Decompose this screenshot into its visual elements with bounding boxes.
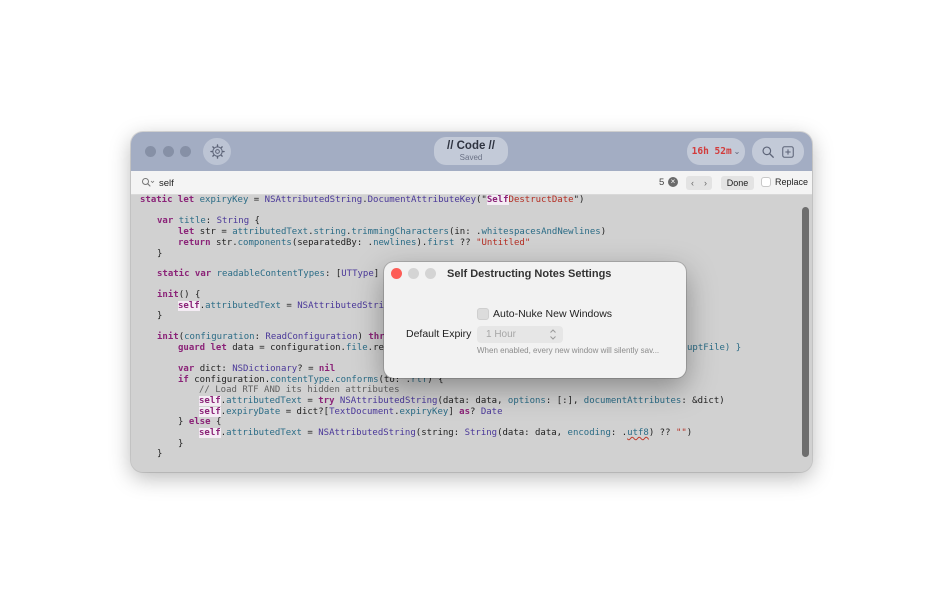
auto-nuke-label: Auto-Nuke New Windows	[493, 308, 613, 320]
dialog-minimize-button	[408, 268, 419, 279]
auto-nuke-checkbox[interactable]	[477, 308, 489, 320]
previous-match-button[interactable]: ‹	[691, 178, 694, 188]
search-match: Self	[486, 195, 509, 205]
code-line: guard let data = configuration.file.re	[178, 343, 384, 353]
toolbar-actions	[752, 138, 804, 165]
code-line: init() {	[157, 290, 201, 300]
expiry-value: 1 Hour	[486, 329, 517, 340]
search-match: self	[199, 407, 221, 417]
code-line: self.attributedText = NSAttributedStri	[178, 301, 384, 311]
code-line: static let expiryKey = NSAttributedStrin…	[140, 195, 585, 205]
match-navigation: ‹ ›	[686, 176, 712, 190]
search-match: self	[199, 428, 221, 438]
gear-icon	[209, 144, 225, 159]
code-line: self.attributedText = try NSAttributedSt…	[199, 396, 725, 406]
plus-square-icon[interactable]	[781, 145, 795, 159]
next-match-button[interactable]: ›	[704, 178, 707, 188]
code-line: return str.components(separatedBy: .newl…	[178, 238, 531, 248]
clear-search-icon[interactable]: ×	[668, 177, 678, 187]
code-line: }	[157, 449, 163, 459]
updown-chevron-icon	[550, 329, 556, 340]
settings-dialog: Self Destructing Notes Settings Auto-Nuk…	[384, 262, 686, 378]
search-icon[interactable]	[761, 145, 775, 159]
dialog-close-button[interactable]	[391, 268, 402, 279]
settings-button[interactable]	[203, 138, 231, 165]
document-title: // Code //	[447, 140, 495, 152]
titlebar: // Code // Saved 16h 52m ⌄	[131, 132, 812, 171]
dialog-title: Self Destructing Notes Settings	[447, 268, 612, 280]
auto-nuke-hint: When enabled, every new window will sile…	[477, 346, 660, 355]
code-line: self.attributedText = NSAttributedString…	[199, 428, 693, 438]
find-input[interactable]	[159, 175, 629, 191]
find-bar: 5 × ‹ › Done Replace	[131, 171, 812, 195]
search-match: self	[199, 396, 221, 406]
close-window-button[interactable]	[145, 146, 156, 157]
default-expiry-select[interactable]: 1 Hour	[477, 326, 563, 343]
document-title-pill[interactable]: // Code // Saved	[434, 137, 508, 165]
timer-value: 16h 52m	[691, 146, 732, 157]
code-line: }	[157, 249, 163, 259]
dialog-zoom-button	[425, 268, 436, 279]
minimize-window-button[interactable]	[163, 146, 174, 157]
code-line: static var readableContentTypes: [UTType…	[157, 269, 380, 279]
code-line: } else {	[178, 417, 222, 427]
code-line: uptFile) }	[687, 343, 742, 353]
expiry-timer-button[interactable]: 16h 52m ⌄	[687, 138, 745, 165]
chevron-down-icon: ⌄	[733, 147, 741, 156]
code-line: self.expiryDate = dict?[TextDocument.exp…	[199, 407, 503, 417]
scrollbar-thumb[interactable]	[802, 207, 809, 457]
code-line: let str = attributedText.string.trimming…	[178, 227, 607, 237]
match-count: 5	[659, 177, 665, 188]
code-line: var dict: NSDictionary? = nil	[178, 364, 336, 374]
replace-label: Replace	[775, 177, 809, 187]
magnifier-icon[interactable]	[141, 177, 155, 188]
replace-checkbox[interactable]	[761, 177, 771, 187]
code-line: var title: String {	[157, 216, 260, 226]
done-button[interactable]: Done	[721, 176, 754, 190]
code-comment: // Load RTF AND its hidden attributes	[199, 385, 400, 395]
code-line: }	[157, 311, 163, 321]
default-expiry-label: Default Expiry	[406, 328, 472, 340]
search-match: self	[178, 301, 200, 311]
zoom-window-button[interactable]	[180, 146, 191, 157]
code-line: }	[178, 439, 184, 449]
code-line: init(configuration: ReadConfiguration) t…	[157, 332, 385, 342]
save-status: Saved	[459, 153, 483, 162]
